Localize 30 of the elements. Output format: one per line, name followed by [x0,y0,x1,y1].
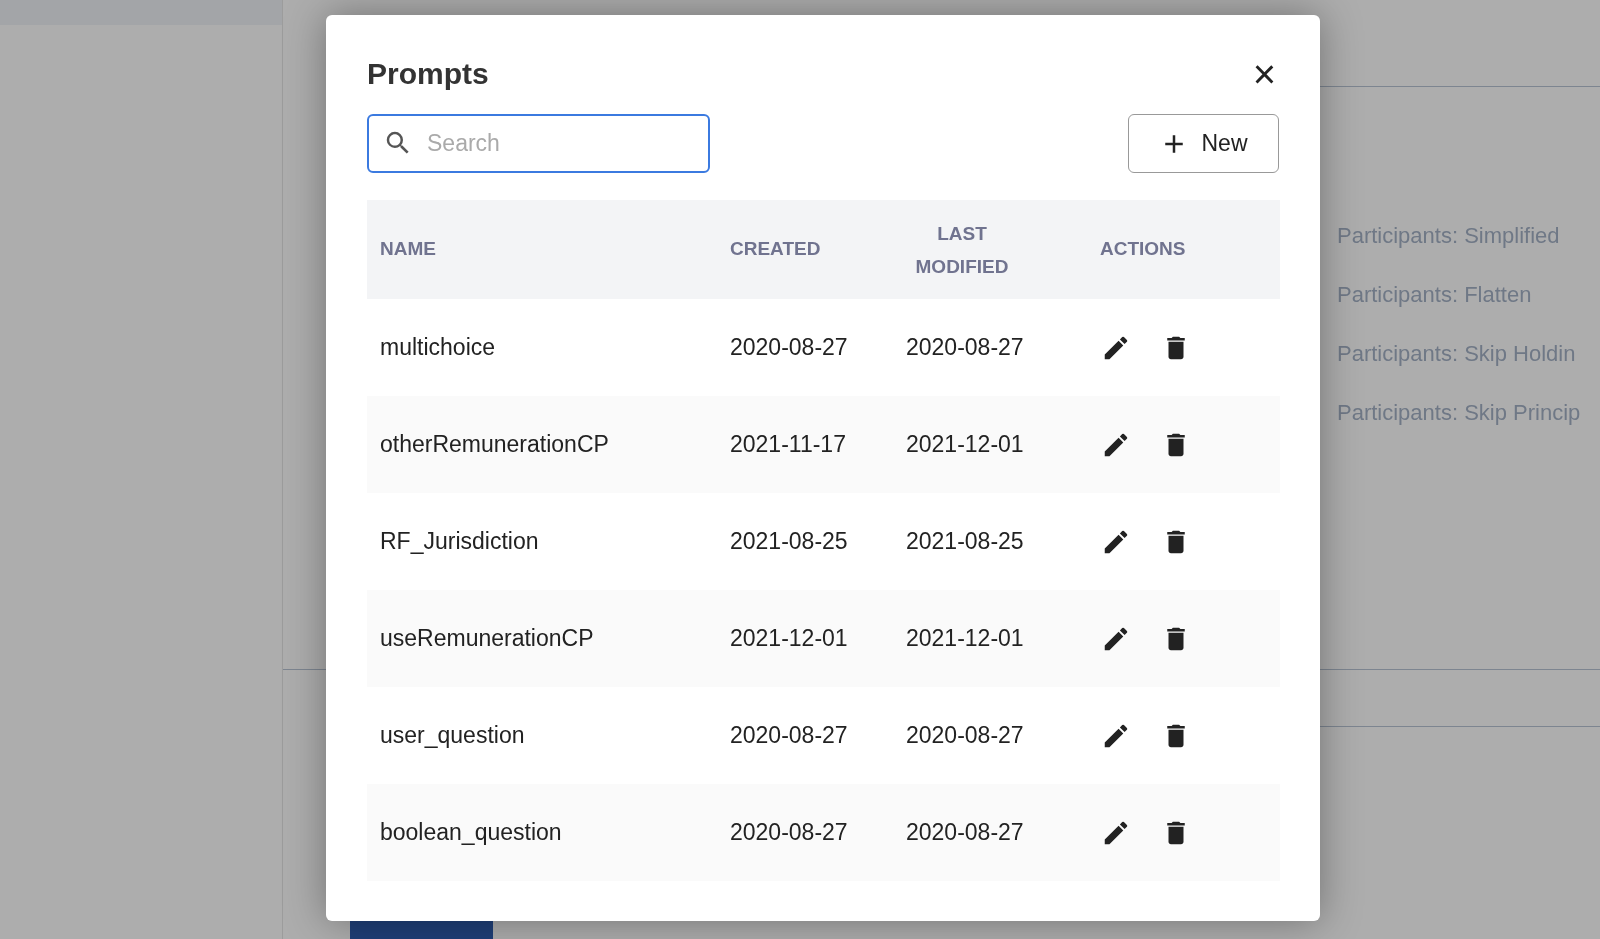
table-cell-text: 2021-11-17 [729,430,847,460]
table-cell-text: 2020-08-27 [905,721,1025,751]
participant-option: Participants: Skip Holdin [1337,343,1600,365]
table-cell-text: 2020-08-27 [729,818,849,848]
table-cell-text: 2021-08-25 [905,527,1025,557]
column-header: CREATED [729,237,822,262]
participant-option: Participants: Flatten [1337,284,1600,306]
new-button[interactable]: New [1128,114,1279,173]
table-cell-text: multichoice [379,333,497,363]
table-cell-text: RF_Jurisdiction [379,527,540,557]
column-header: ACTIONS [1099,237,1187,262]
table-cell-text: 2020-08-27 [905,333,1025,363]
participant-option: Participants: Skip Princip [1337,402,1600,424]
table-cell-text: useRemunerationCP [379,624,595,654]
table-cell-text: 2020-08-27 [729,333,849,363]
column-header: NAME [379,237,437,262]
table-cell-text: 2020-08-27 [729,721,849,751]
dialog-title: Prompts [367,56,489,92]
table-cell-text: 2020-08-27 [905,818,1025,848]
table-cell-text: 2021-12-01 [729,624,849,654]
search-field[interactable]: Search [367,114,710,173]
close-button[interactable]: × [1252,58,1276,89]
table-cell-text: user_question [379,721,526,751]
table-cell-text: 2021-12-01 [905,624,1025,654]
participant-option: Participants: Simplified [1337,225,1600,247]
column-header: LAST MODIFIED [914,221,1010,279]
table-cell-text: otherRemunerationCP [379,430,610,460]
table-cell-text: 2021-08-25 [729,527,849,557]
table-cell-text: 2021-12-01 [905,430,1025,460]
table-cell-text: boolean_question [379,818,563,848]
